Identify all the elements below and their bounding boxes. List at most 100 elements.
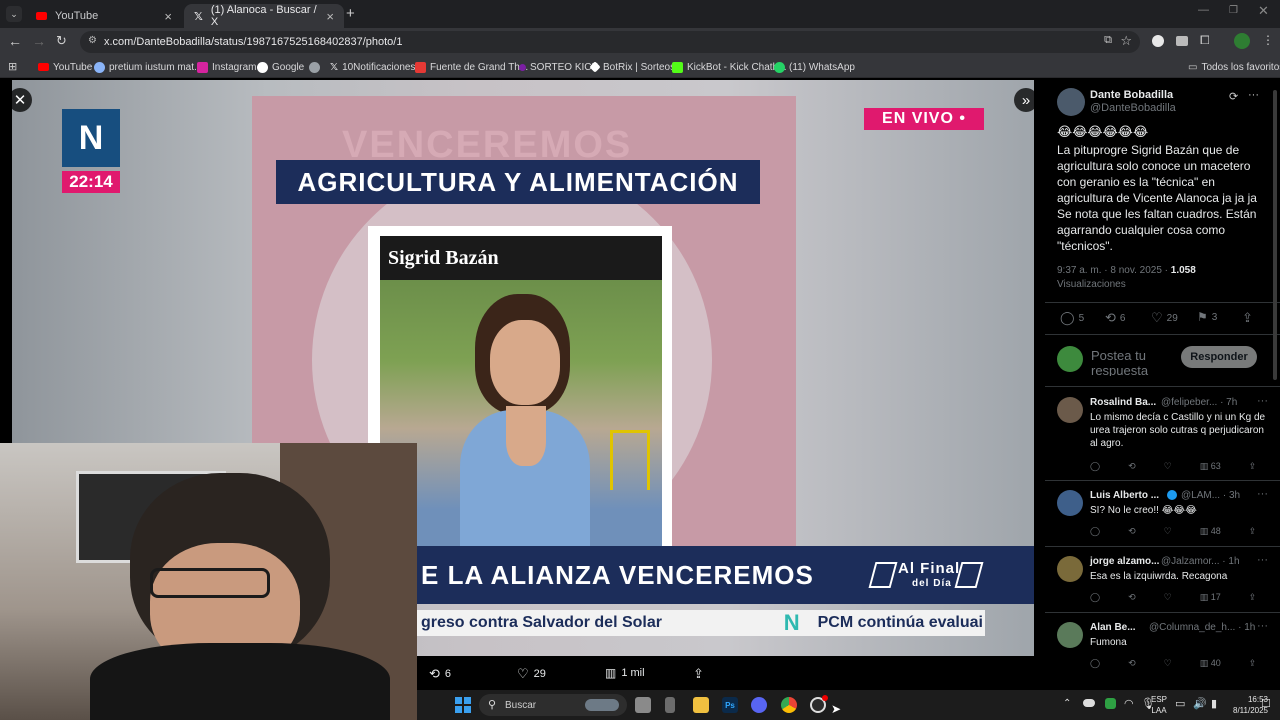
reply-author[interactable]: Alan Be...: [1090, 622, 1136, 633]
like-button[interactable]: ♡ 29: [1151, 310, 1178, 326]
file-explorer-icon[interactable]: [693, 697, 709, 713]
close-photo-icon[interactable]: ✕: [8, 88, 32, 112]
heart-icon[interactable]: ♡: [1164, 526, 1172, 537]
chrome-icon[interactable]: [781, 697, 797, 713]
notifications-icon[interactable]: ☐: [1261, 697, 1271, 710]
tab-list-dropdown-icon[interactable]: ⌄: [6, 6, 22, 22]
minimize-icon[interactable]: —: [1198, 4, 1209, 16]
close-window-icon[interactable]: ✕: [1258, 3, 1269, 19]
reply-button[interactable]: ◯ 5: [1060, 310, 1084, 326]
extension-icon[interactable]: [1152, 35, 1164, 47]
more-options-icon[interactable]: ···: [1257, 488, 1268, 500]
views-button[interactable]: ▥ 1 mil: [605, 666, 645, 680]
more-options-icon[interactable]: ···: [1257, 554, 1268, 566]
expand-sidebar-icon[interactable]: »: [1014, 88, 1038, 112]
all-bookmarks-folder[interactable]: ▭ Todos los favoritos: [1188, 59, 1280, 75]
repost-icon[interactable]: ⟲: [1128, 526, 1136, 537]
more-options-icon[interactable]: ···: [1248, 89, 1259, 101]
repost-button[interactable]: ⟲ 6: [429, 666, 451, 682]
bookmark-fuente-gta[interactable]: Fuente de Grand Th...: [415, 59, 528, 75]
bookmark-10notificaciones[interactable]: 𝕏 10Notificaciones: [330, 59, 415, 75]
photoshop-icon[interactable]: Ps: [722, 697, 738, 713]
bookmark-star-icon[interactable]: ☆: [1120, 33, 1132, 49]
windows-start-icon[interactable]: [455, 697, 471, 713]
tab-x-search[interactable]: 𝕏 (1) Alanoca - Buscar / X ×: [184, 4, 344, 28]
repost-button[interactable]: ⟲ 6: [1105, 310, 1125, 326]
author-avatar[interactable]: [1057, 88, 1085, 116]
heart-icon[interactable]: ♡: [1164, 658, 1172, 669]
views-bars-icon[interactable]: ▥ 17: [1200, 592, 1221, 603]
reply-author[interactable]: jorge alzamo...: [1090, 556, 1159, 567]
repost-icon[interactable]: ⟲: [1128, 658, 1136, 669]
share-icon[interactable]: ⇪: [1249, 592, 1257, 603]
reply-author[interactable]: Luis Alberto ...: [1090, 490, 1159, 501]
site-info-icon[interactable]: ⚙: [88, 35, 97, 46]
onedrive-icon[interactable]: [1083, 699, 1095, 707]
reply-bubble-icon[interactable]: ◯: [1090, 461, 1100, 472]
install-app-icon[interactable]: ⧉: [1104, 34, 1112, 47]
reply-avatar[interactable]: [1057, 397, 1083, 423]
bookmark-instagram[interactable]: Instagram: [197, 59, 256, 75]
address-bar[interactable]: ⚙ x.com/DanteBobadilla/status/1987167525…: [80, 31, 1140, 53]
more-options-icon[interactable]: ···: [1257, 620, 1268, 632]
views-bars-icon[interactable]: ▥ 48: [1200, 526, 1221, 537]
forward-arrow-icon[interactable]: →: [32, 33, 46, 49]
views-bars-icon[interactable]: ▥ 40: [1200, 658, 1221, 669]
discord-icon[interactable]: [751, 697, 767, 713]
bookmark-google[interactable]: Google: [257, 59, 304, 75]
reply-avatar[interactable]: [1057, 490, 1083, 516]
reply-submit-button[interactable]: Responder: [1181, 346, 1257, 368]
close-tab-icon[interactable]: ×: [164, 9, 172, 24]
reply-author[interactable]: Rosalind Ba...: [1090, 397, 1156, 408]
bookmark-globe[interactable]: [309, 59, 320, 75]
repost-icon[interactable]: ⟲: [1128, 592, 1136, 603]
bookmark-kickbot[interactable]: KickBot - Kick Chatb...: [672, 59, 786, 75]
more-options-icon[interactable]: ···: [1257, 395, 1268, 407]
reply-avatar[interactable]: [1057, 556, 1083, 582]
wifi-icon[interactable]: ◠: [1124, 697, 1134, 710]
share-icon[interactable]: ⇪: [1249, 461, 1257, 472]
bookmark-pretium[interactable]: pretium iustum mat...: [94, 59, 202, 75]
share-icon[interactable]: ⇪: [1249, 526, 1257, 537]
close-tab-icon[interactable]: ×: [326, 9, 334, 24]
tray-app-icon[interactable]: [1105, 698, 1116, 709]
like-button[interactable]: ♡ 29: [517, 666, 546, 682]
grok-icon[interactable]: ⟳: [1229, 90, 1238, 103]
bookmark-botrix[interactable]: BotRix | Sorteos: [589, 59, 675, 75]
post-time[interactable]: 9:37 a. m. · 8 nov. 2025 ·: [1057, 265, 1171, 276]
taskbar-search[interactable]: ⚲ Buscar: [479, 694, 627, 716]
bookmark-button[interactable]: ⚑ 3: [1197, 310, 1217, 324]
app-icon[interactable]: [665, 697, 675, 713]
tab-youtube[interactable]: YouTube ×: [26, 4, 182, 28]
share-icon[interactable]: ⇪: [1249, 658, 1257, 669]
reply-bubble-icon[interactable]: ◯: [1090, 658, 1100, 669]
new-tab-button[interactable]: +: [346, 5, 355, 22]
heart-icon[interactable]: ♡: [1164, 592, 1172, 603]
sidebar-scrollbar[interactable]: [1273, 90, 1277, 380]
bookmark-sorteo-kick[interactable]: SORTEO KICK: [519, 59, 598, 75]
bookmark-whatsapp[interactable]: (11) WhatsApp: [774, 59, 855, 75]
extensions-puzzle-icon[interactable]: ⧠: [1200, 33, 1210, 48]
reply-input[interactable]: Postea tu respuesta: [1091, 348, 1171, 376]
language-indicator[interactable]: ESP LAA: [1151, 694, 1167, 716]
back-arrow-icon[interactable]: ←: [8, 33, 22, 49]
profile-avatar[interactable]: [1234, 33, 1250, 49]
reply-bubble-icon[interactable]: ◯: [1090, 526, 1100, 537]
battery-icon[interactable]: ▮: [1211, 697, 1217, 710]
author-handle[interactable]: @DanteBobadilla: [1090, 102, 1176, 114]
task-view-icon[interactable]: [635, 697, 651, 713]
bookmark-youtube[interactable]: YouTube: [38, 59, 92, 75]
browser-menu-icon[interactable]: ⋮: [1262, 33, 1274, 47]
reload-icon[interactable]: ↻: [56, 33, 67, 49]
share-button[interactable]: ⇪: [1242, 310, 1253, 326]
share-button[interactable]: ⇪: [693, 666, 704, 682]
restore-icon[interactable]: ❐: [1229, 5, 1238, 16]
author-name[interactable]: Dante Bobadilla: [1090, 89, 1173, 101]
heart-icon[interactable]: ♡: [1164, 461, 1172, 472]
network-icon[interactable]: ▭: [1175, 697, 1185, 710]
reply-avatar[interactable]: [1057, 622, 1083, 648]
show-hidden-icons-icon[interactable]: ⌃: [1063, 698, 1071, 709]
volume-icon[interactable]: 🔊: [1193, 697, 1207, 710]
apps-grid-icon[interactable]: ⊞: [8, 60, 17, 73]
reply-bubble-icon[interactable]: ◯: [1090, 592, 1100, 603]
